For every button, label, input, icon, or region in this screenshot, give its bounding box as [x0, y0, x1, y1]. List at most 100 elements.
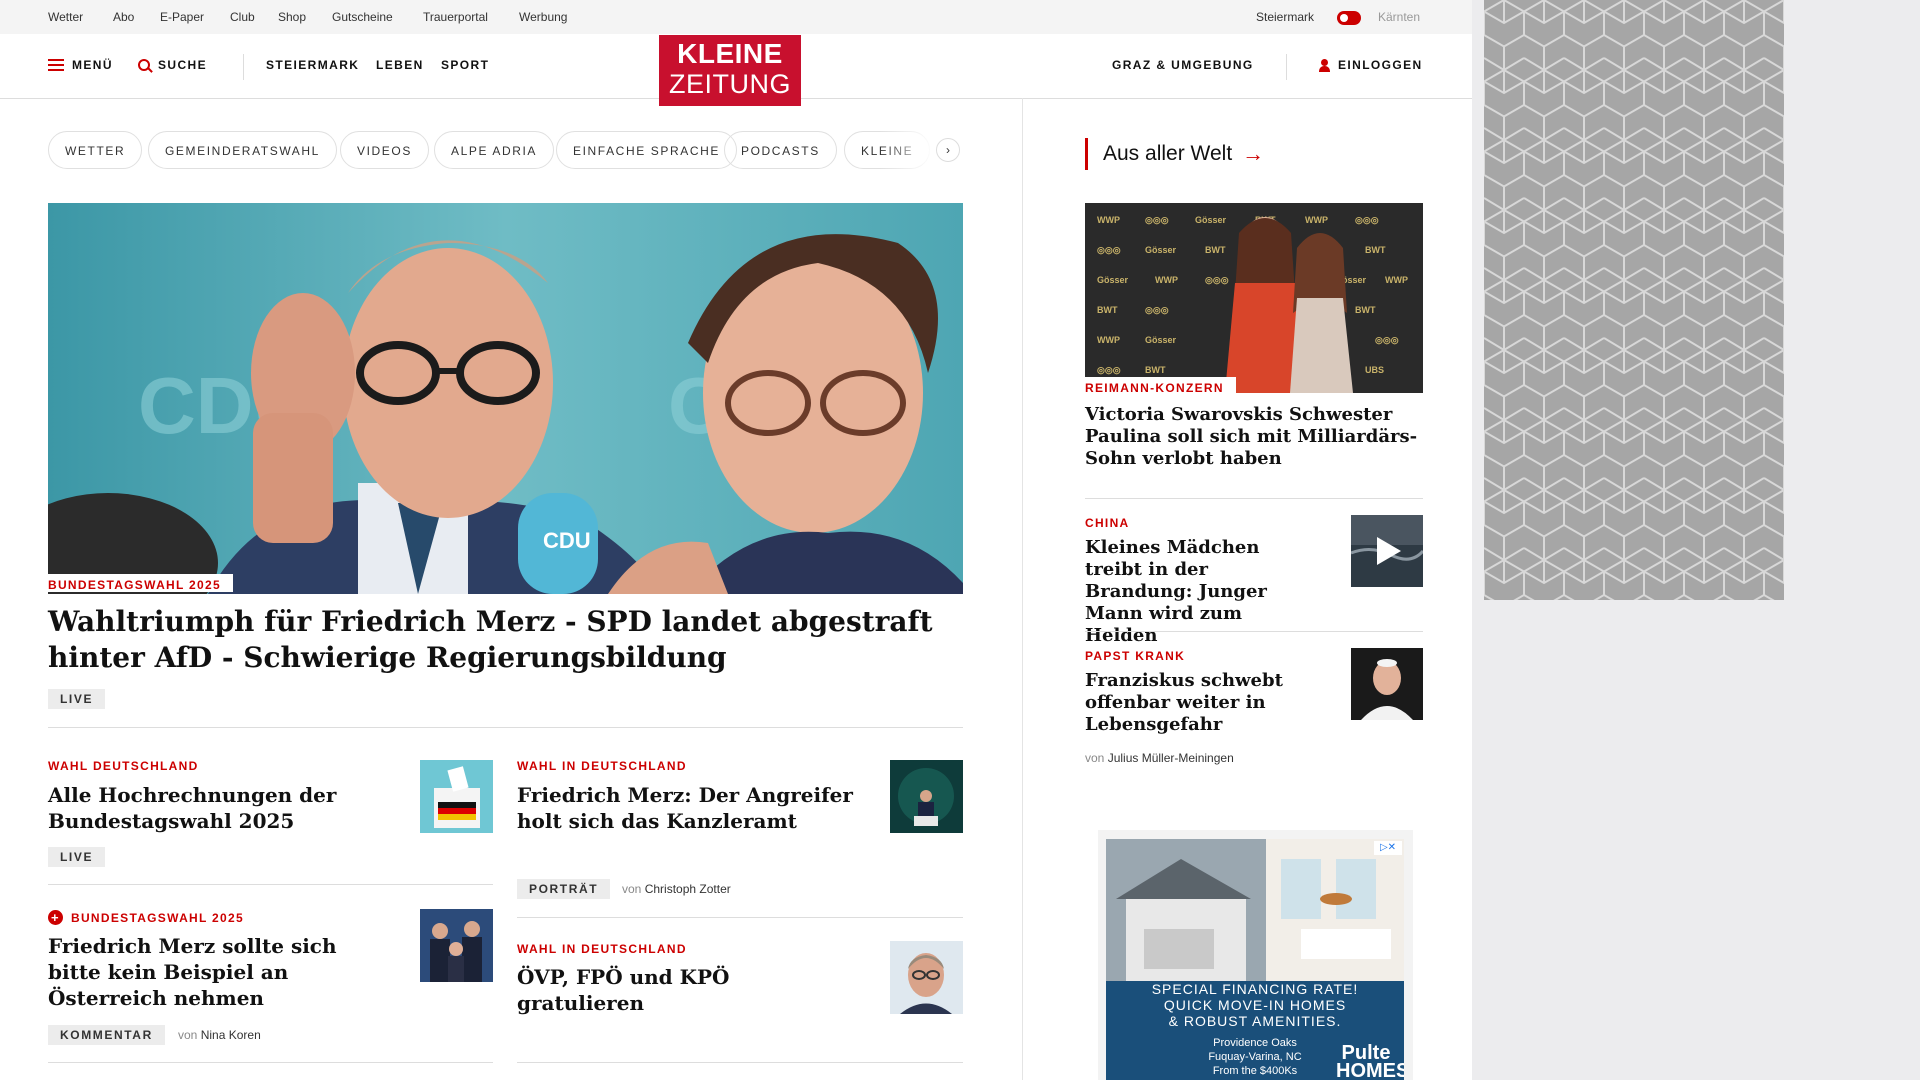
politicians-image [420, 909, 493, 982]
svg-text:BWT: BWT [1097, 305, 1118, 315]
region-label-steiermark: Steiermark [1256, 10, 1315, 24]
article-live-badge: LIVE [48, 847, 106, 867]
article-thumbnail[interactable] [420, 760, 493, 833]
article-headline[interactable]: Friedrich Merz sollte sich bitte kein Be… [48, 933, 338, 1011]
author-name[interactable]: Christoph Zotter [645, 882, 731, 896]
article-thumbnail[interactable] [890, 941, 963, 1014]
svg-text:CDU: CDU [543, 528, 591, 553]
pill-scroll-right-button[interactable]: › [936, 138, 960, 162]
svg-text:UBS: UBS [1365, 365, 1384, 375]
plus-premium-icon: + [48, 910, 63, 925]
util-link-abo[interactable]: Abo [113, 10, 134, 24]
sidebar-headline[interactable]: Franziskus schwebt offenbar weiter in Le… [1085, 670, 1315, 736]
svg-text:Gösser: Gösser [1195, 215, 1227, 225]
nav-divider [243, 54, 244, 80]
pill-videos[interactable]: VIDEOS [340, 131, 429, 169]
login-label: EINLOGGEN [1338, 58, 1423, 72]
pill-gemeinderatswahl[interactable]: GEMEINDERATSWAHL [148, 131, 337, 169]
svg-text:WWP: WWP [1155, 275, 1178, 285]
sponsor-wall-photo: WWP ◎◎◎ Gösser BWT WWP ◎◎◎ ◎◎◎ Gösser BWT WWP ◎◎◎… [1085, 203, 1423, 393]
util-link-gutscheine[interactable]: Gutscheine [332, 10, 393, 24]
article-kicker: BUNDESTAGSWAHL 2025 [71, 910, 244, 925]
util-link-trauerportal[interactable]: Trauerportal [423, 10, 488, 24]
util-link-werbung[interactable]: Werbung [519, 10, 567, 24]
nav-leben[interactable]: LEBEN [376, 58, 424, 72]
page: Wetter Abo E-Paper Club Shop Gutscheine … [0, 0, 1472, 1080]
region-toggle[interactable] [1337, 11, 1361, 25]
advertisement[interactable]: ▷✕ SPECIAL FINANCING RATE! QUICK MOVE-IN… [1098, 830, 1413, 1080]
author-name[interactable]: Julius Müller-Meiningen [1108, 751, 1234, 765]
ad-creative[interactable]: ▷✕ SPECIAL FINANCING RATE! QUICK MOVE-IN… [1106, 839, 1404, 1080]
user-icon [1319, 58, 1330, 72]
topic-pill-bar: WETTER GEMEINDERATSWAHL VIDEOS ALPE ADRI… [48, 131, 968, 171]
svg-text:Gösser: Gösser [1145, 245, 1177, 255]
util-link-shop[interactable]: Shop [278, 10, 306, 24]
ad-brand-logo: Pulte HOMES [1336, 1042, 1404, 1080]
search-label: SUCHE [158, 58, 208, 72]
article-author: von Nina Koren [178, 1028, 261, 1042]
sidebar-feature-headline[interactable]: Victoria Swarovskis Schwester Paulina so… [1085, 404, 1423, 470]
sidebar-thumbnail[interactable] [1351, 648, 1423, 720]
ad-headline: SPECIAL FINANCING RATE! QUICK MOVE-IN HO… [1106, 981, 1404, 1029]
svg-text:BWT: BWT [1145, 365, 1166, 375]
svg-text:◎◎◎: ◎◎◎ [1145, 215, 1169, 225]
article-headline[interactable]: ÖVP, FPÖ und KPÖ gratulieren [517, 964, 857, 1016]
cube-pattern [1484, 0, 1784, 600]
pill-podcasts[interactable]: PODCASTS [724, 131, 837, 169]
logo-line-1: KLEINE [677, 38, 783, 69]
sidebar-feature-image[interactable]: WWP ◎◎◎ Gösser BWT WWP ◎◎◎ ◎◎◎ Gösser BWT WWP ◎◎◎… [1085, 203, 1423, 393]
sidebar-kicker: CHINA [1085, 516, 1130, 530]
svg-text:WWP: WWP [1097, 215, 1120, 225]
menu-button[interactable]: MENÜ [48, 58, 113, 72]
sidebar-title: Aus aller Welt [1103, 142, 1233, 165]
nav-graz-umgebung[interactable]: GRAZ & UMGEBUNG [1112, 58, 1254, 72]
article-kicker: WAHL DEUTSCHLAND [48, 759, 199, 773]
hero-headline[interactable]: Wahltriumph für Friedrich Merz - SPD lan… [48, 604, 948, 676]
divider [48, 1062, 493, 1063]
article-author: von Christoph Zotter [622, 882, 731, 896]
article-thumbnail[interactable] [420, 909, 493, 982]
util-link-epaper[interactable]: E-Paper [160, 10, 204, 24]
search-button[interactable]: SUCHE [138, 58, 207, 72]
article-kicker: WAHL IN DEUTSCHLAND [517, 942, 687, 956]
util-link-wetter[interactable]: Wetter [48, 10, 83, 24]
hero-kicker: BUNDESTAGSWAHL 2025 [48, 574, 233, 592]
hero-image[interactable]: CDU CDU CDU [48, 203, 963, 594]
author-name[interactable]: Nina Koren [201, 1028, 261, 1042]
svg-text:BWT: BWT [1205, 245, 1226, 255]
hamburger-icon [48, 59, 64, 71]
region-label-kaernten: Kärnten [1378, 10, 1421, 24]
divider [48, 727, 963, 728]
nav-steiermark[interactable]: STEIERMARK [266, 58, 359, 72]
svg-text:Gösser: Gösser [1097, 275, 1129, 285]
sidebar-feature-kicker: REIMANN-KONZERN [1085, 377, 1236, 395]
surf-video-image [1351, 515, 1423, 587]
article-kicker-row: + BUNDESTAGSWAHL 2025 [48, 910, 244, 925]
arrow-right-icon: → [1242, 141, 1265, 166]
ad-choices-icon[interactable]: ▷✕ [1374, 841, 1402, 855]
svg-text:WWP: WWP [1305, 215, 1328, 225]
utility-bar: Wetter Abo E-Paper Club Shop Gutscheine … [0, 0, 1472, 34]
pill-wetter[interactable]: WETTER [48, 131, 143, 169]
nav-sport[interactable]: SPORT [441, 58, 489, 72]
kleine-zeitung-logo[interactable]: KLEINE ZEITUNG [659, 35, 801, 106]
article-headline[interactable]: Alle Hochrechnungen der Bundestagswahl 2… [48, 782, 368, 834]
login-button[interactable]: EINLOGGEN [1319, 58, 1423, 72]
ad-house-image [1106, 839, 1404, 981]
article-portrait-badge: PORTRÄT [517, 879, 611, 899]
hero-photo: CDU CDU CDU [48, 203, 963, 594]
util-link-club[interactable]: Club [230, 10, 255, 24]
svg-text:◎◎◎: ◎◎◎ [1355, 215, 1379, 225]
pill-alpe-adria[interactable]: ALPE ADRIA [434, 131, 555, 169]
ad-line-1: SPECIAL FINANCING RATE! [1151, 981, 1359, 997]
article-headline[interactable]: Friedrich Merz: Der Angreifer holt sich … [517, 782, 857, 834]
divider [1085, 631, 1423, 632]
sidebar-kicker: PAPST KRANK [1085, 649, 1186, 663]
svg-text:WWP: WWP [1097, 335, 1120, 345]
article-thumbnail[interactable] [890, 760, 963, 833]
sidebar-video-thumbnail[interactable] [1351, 515, 1423, 587]
author-prefix: von [1085, 751, 1105, 765]
sidebar-section-header[interactable]: Aus aller Welt → [1085, 138, 1264, 170]
pill-einfache-sprache[interactable]: EINFACHE SPRACHE [556, 131, 737, 169]
search-icon [138, 59, 150, 71]
